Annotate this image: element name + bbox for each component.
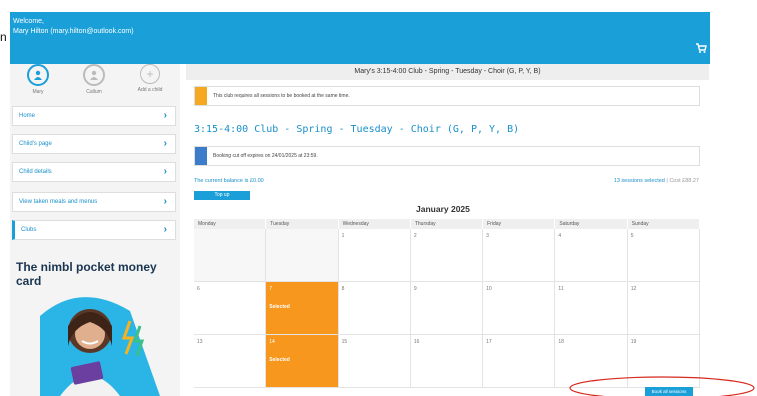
calendar-day-empty	[194, 229, 267, 281]
calendar-day: 17	[483, 335, 556, 387]
highlight-annotation	[569, 376, 755, 396]
selected-label: Selected	[269, 304, 290, 310]
chevron-right-icon: ›	[163, 166, 167, 177]
calendar-day: 8	[338, 282, 411, 334]
calendar-day: 12	[627, 282, 700, 334]
calendar-day: 9	[410, 282, 484, 334]
calendar-day: 13	[194, 335, 267, 387]
user-icon	[83, 64, 105, 86]
nav-childs-page[interactable]: Child's page ›	[12, 134, 176, 154]
notice-text: This club requires all sessions to be bo…	[213, 93, 350, 99]
calendar-day: 16	[410, 335, 484, 387]
nav-label: Child details	[19, 169, 52, 175]
nav-label: Clubs	[21, 227, 37, 233]
chevron-right-icon: ›	[163, 138, 167, 149]
calendar-day-selected[interactable]: 7 Selected	[266, 282, 339, 334]
cutoff-text: Booking cut off expires on 24/01/2025 at…	[213, 153, 318, 159]
calendar-month: January 2025	[416, 204, 470, 214]
calendar-day-selected[interactable]: 14 Selected	[266, 335, 339, 387]
calendar-day: 4	[555, 229, 628, 281]
cart-icon[interactable]	[695, 42, 707, 54]
weekday-label: Thursday	[411, 219, 484, 229]
weekday-label: Sunday	[628, 219, 700, 229]
user-icon	[27, 64, 49, 86]
top-up-button[interactable]: Top up	[194, 191, 250, 200]
promo-image[interactable]	[20, 286, 170, 396]
sessions-selected: 13 sessions selected	[613, 178, 665, 184]
warning-bar	[195, 87, 207, 105]
calendar-day: 15	[338, 335, 411, 387]
welcome-label: Welcome,	[13, 18, 44, 25]
child-mary[interactable]: Mary	[10, 64, 66, 95]
calendar-header: Monday Tuesday Wednesday Thursday Friday…	[194, 219, 700, 229]
selected-label: Selected	[269, 357, 290, 363]
cost-text: | Cost £88.27	[664, 178, 699, 184]
calendar-week: 6 7 Selected 8 9 10 11 12	[194, 282, 700, 335]
chevron-right-icon: ›	[163, 224, 167, 235]
promo-title: The nimbl pocket money card	[16, 260, 157, 288]
nav-home[interactable]: Home ›	[12, 106, 176, 126]
nav-label: Home	[19, 113, 36, 119]
calendar-day: 3	[483, 229, 556, 281]
all-sessions-notice: This club requires all sessions to be bo…	[194, 86, 700, 106]
child-callum[interactable]: Callum	[66, 64, 122, 95]
club-booking-panel: Mary's 3:15-4:00 Club - Spring - Tuesday…	[186, 64, 709, 396]
weekday-label: Friday	[483, 219, 556, 229]
user-account: Mary Hilton (mary.hilton@outlook.com)	[13, 28, 134, 35]
child-label: Callum	[86, 89, 102, 95]
calendar-week: 1 2 3 4 5	[194, 229, 700, 282]
cropped-text: n	[0, 30, 7, 44]
info-bar	[195, 147, 207, 165]
weekday-label: Wednesday	[339, 219, 411, 229]
session-summary: 13 sessions selected | Cost £88.27	[614, 178, 699, 184]
nav-child-details[interactable]: Child details ›	[12, 162, 176, 182]
nav-meals-menus[interactable]: View taken meals and menus ›	[12, 192, 176, 212]
weekday-label: Monday	[194, 219, 267, 229]
nav-label: Child's page	[19, 141, 52, 147]
top-bar: Welcome, Mary Hilton (mary.hilton@outloo…	[10, 12, 710, 64]
calendar-day: 1	[338, 229, 411, 281]
calendar-day: 5	[627, 229, 700, 281]
weekday-label: Saturday	[555, 219, 628, 229]
chevron-right-icon: ›	[163, 196, 167, 207]
plus-icon: +	[140, 64, 160, 84]
cutoff-notice: Booking cut off expires on 24/01/2025 at…	[194, 146, 700, 166]
sidebar: Mary Callum + Add a child Home › Child's…	[10, 64, 180, 396]
page-title: Mary's 3:15-4:00 Club - Spring - Tuesday…	[186, 64, 709, 80]
calendar-day: 10	[483, 282, 556, 334]
calendar-day: 6	[194, 282, 267, 334]
calendar-day: 2	[410, 229, 484, 281]
add-child-button[interactable]: + Add a child	[122, 64, 178, 93]
club-heading: 3:15-4:00 Club - Spring - Tuesday - Choi…	[194, 124, 520, 135]
add-child-label: Add a child	[137, 87, 163, 93]
calendar-day: 11	[555, 282, 628, 334]
welcome-message: Welcome, Mary Hilton (mary.hilton@outloo…	[13, 17, 134, 37]
chevron-right-icon: ›	[163, 110, 167, 121]
nav-clubs[interactable]: Clubs ›	[12, 220, 176, 240]
calendar-day-empty	[266, 229, 339, 281]
calendar: Monday Tuesday Wednesday Thursday Friday…	[194, 219, 700, 388]
nav-label: View taken meals and menus	[19, 199, 98, 205]
child-label: Mary	[32, 89, 44, 95]
balance-text: The current balance is £0.00	[194, 178, 264, 184]
weekday-label: Tuesday	[266, 219, 339, 229]
